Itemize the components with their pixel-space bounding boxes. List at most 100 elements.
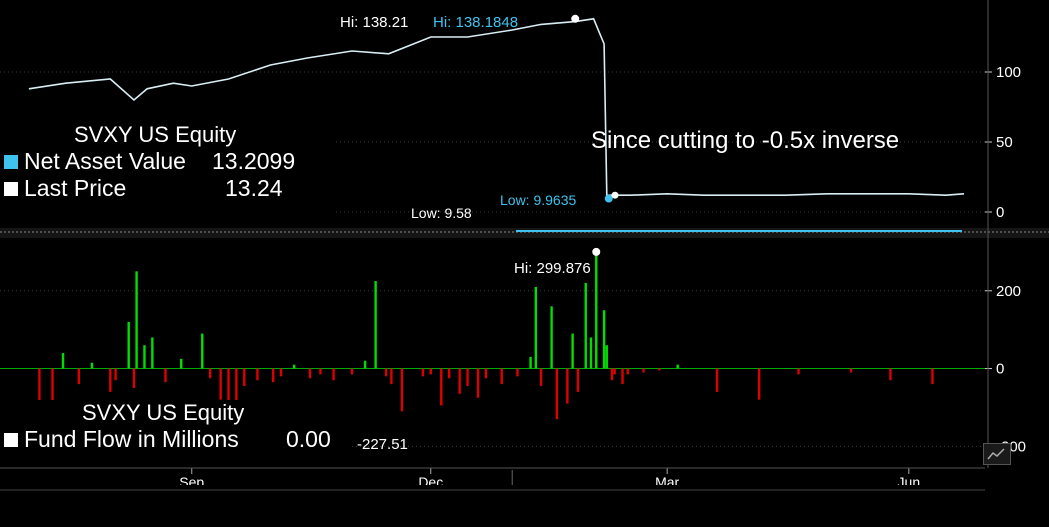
flow-bar <box>550 306 553 369</box>
price-legend-title: SVXY US Equity <box>74 122 237 147</box>
flow-bar <box>208 368 212 379</box>
flow-bar <box>715 368 719 392</box>
flow-bar <box>516 368 519 377</box>
nav-legend-name: Net Asset Value <box>24 148 186 174</box>
zoom-chart-icon <box>987 448 1005 460</box>
flow-bar <box>555 368 559 420</box>
flow-bar <box>566 368 569 404</box>
flow-bar <box>447 368 451 379</box>
price-y-tick-label: 50 <box>996 134 1013 151</box>
flow-y-tick-label: 0 <box>996 361 1004 378</box>
legend-row-last-price: Last Price 13.24 <box>0 175 334 202</box>
price-panel-y-axis: 0 50 100 <box>985 64 1021 221</box>
nav-swatch <box>4 154 18 169</box>
flow-bar <box>77 368 80 385</box>
flow-bar <box>256 368 259 381</box>
flow-bar <box>484 368 488 379</box>
flow-bar <box>529 356 532 369</box>
chart-window: 050100 -2000200 SepDecMarJun20172018 Hi:… <box>0 0 1049 527</box>
flow-hi-marker <box>592 247 601 256</box>
nav-low-label: Low: 9.9635 <box>500 192 576 208</box>
flow-bar <box>384 368 388 377</box>
flow-bar <box>466 368 469 387</box>
price-low-marker <box>611 191 619 199</box>
nav-legend-value: 13.2099 <box>212 148 296 174</box>
chart-zoom-button[interactable] <box>983 443 1011 465</box>
flow-swatch <box>4 432 18 447</box>
price-hi-label: Hi: 138.21 <box>340 14 408 31</box>
flow-legend-value: 0.00 <box>286 426 331 452</box>
flow-bar <box>931 368 934 385</box>
x-axis-band <box>0 485 1049 527</box>
flow-bar <box>292 364 296 369</box>
flow-low-label: -227.51 <box>357 436 408 453</box>
flow-bar <box>109 368 112 392</box>
flow-bar <box>797 368 800 375</box>
flow-bar <box>219 368 222 400</box>
flow-bar <box>308 368 312 379</box>
flow-bar <box>626 368 629 375</box>
price-low-label: Low: 9.58 <box>411 205 472 221</box>
flow-bar <box>180 358 183 369</box>
flow-bar <box>571 333 574 369</box>
flow-bar <box>676 364 679 369</box>
flow-bar <box>595 251 598 369</box>
flow-bar <box>271 368 275 383</box>
nav-hi-label: Hi: 138.1848 <box>433 14 518 31</box>
flow-bar <box>374 281 377 369</box>
flow-bars <box>38 247 934 423</box>
flow-bar <box>621 368 624 385</box>
flow-bar <box>38 368 41 404</box>
flow-bar <box>114 368 117 381</box>
flow-bar <box>132 368 136 388</box>
flow-bar <box>127 321 130 369</box>
price-hi-marker <box>571 14 580 23</box>
flow-bar <box>534 286 538 369</box>
flow-legend: SVXY US Equity Fund Flow in Millions 0.0… <box>0 400 352 458</box>
flow-legend-title: SVXY US Equity <box>82 400 245 425</box>
flow-panel-y-axis: -2000200 <box>985 283 1026 455</box>
flow-bar <box>605 345 608 369</box>
flow-bar <box>500 368 503 385</box>
flow-bar <box>589 337 593 369</box>
flow-bar <box>539 368 543 387</box>
flow-bar <box>243 368 246 387</box>
flow-bar <box>849 368 853 373</box>
price-y-tick-label: 0 <box>996 204 1004 221</box>
flow-bar <box>613 368 616 375</box>
price-y-tick-label: 100 <box>996 64 1021 81</box>
last-price-legend-value: 13.24 <box>225 175 283 201</box>
flow-bar <box>602 310 606 369</box>
flow-bar <box>151 337 154 369</box>
flow-bar <box>164 368 167 383</box>
flow-bar <box>458 368 461 394</box>
flow-bar <box>440 368 443 406</box>
last-price-legend-name: Last Price <box>24 175 127 201</box>
flow-bar <box>143 345 146 369</box>
flow-bar <box>400 368 404 412</box>
flow-bar <box>421 368 425 377</box>
flow-bar <box>90 362 94 369</box>
leverage-annotation: Since cutting to -0.5x inverse <box>591 127 899 154</box>
flow-bar <box>576 368 580 392</box>
price-legend: SVXY US Equity Net Asset Value 13.2099 L… <box>0 122 334 214</box>
flow-bar <box>757 368 761 400</box>
flow-bar <box>658 368 661 371</box>
flow-bar <box>429 368 432 375</box>
flow-bar <box>390 368 393 385</box>
flow-bar <box>610 368 614 381</box>
flow-legend-name: Fund Flow in Millions <box>24 426 239 452</box>
legend-row-flow: Fund Flow in Millions 0.00 <box>0 426 352 453</box>
flow-bar <box>363 360 367 369</box>
flow-bar <box>332 368 335 381</box>
last-price-swatch <box>4 181 18 196</box>
flow-bar <box>135 271 138 369</box>
flow-y-tick-label: 200 <box>996 283 1021 300</box>
flow-bar <box>279 368 283 377</box>
flow-bar <box>350 368 354 375</box>
flow-bar <box>889 368 892 381</box>
flow-bar <box>642 368 645 373</box>
flow-bar <box>201 333 204 369</box>
flow-bar <box>61 353 65 369</box>
flow-bar <box>584 283 587 369</box>
